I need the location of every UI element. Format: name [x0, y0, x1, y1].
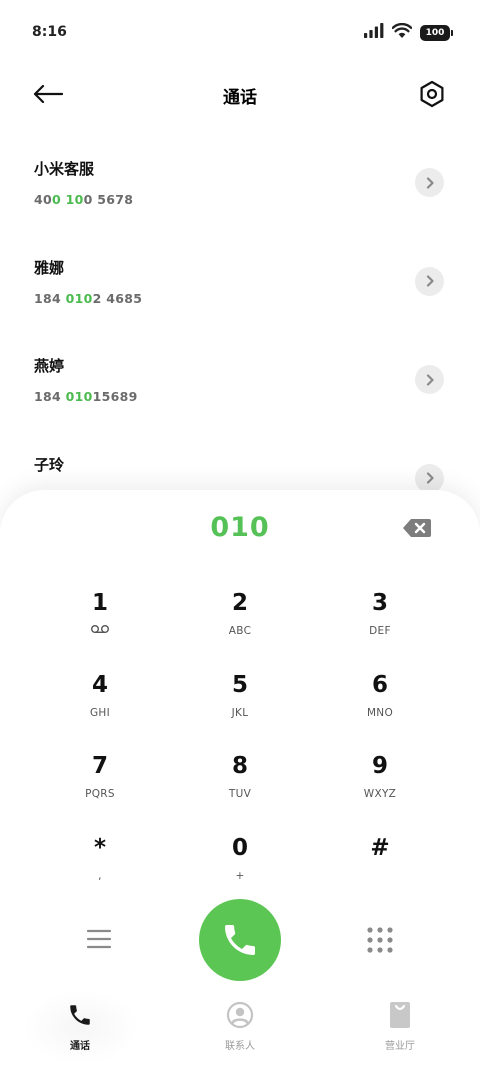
key-8[interactable]: 8 TUV: [190, 751, 290, 821]
key-digit: *: [93, 835, 107, 861]
chevron-right-icon: [426, 275, 434, 287]
keypad-toggle-button[interactable]: [366, 926, 394, 954]
chevron-right-icon: [426, 176, 434, 189]
phone-handset-icon: [225, 925, 255, 955]
chevron-right-icon: [426, 472, 434, 484]
key-letters: GHI: [89, 707, 111, 719]
number-segment: 184: [34, 290, 66, 306]
key-digit: 3: [371, 590, 388, 616]
key-digit: 8: [231, 753, 248, 779]
key-9[interactable]: 9 WXYZ: [330, 751, 430, 821]
backspace-button[interactable]: [402, 518, 432, 538]
contact-detail-button[interactable]: [415, 463, 444, 493]
key-letters: TUV: [228, 788, 252, 800]
key-0[interactable]: 0 +: [190, 833, 290, 903]
key-letters: MNO: [366, 707, 394, 719]
key-letters: JKL: [231, 707, 249, 719]
contact-detail-button[interactable]: [415, 365, 444, 394]
key-7[interactable]: 7 PQRS: [50, 751, 150, 821]
tab-contacts[interactable]: 联系人: [160, 987, 320, 1067]
contact-row[interactable]: 小米客服 400 100 5678: [0, 140, 480, 239]
contact-list: 小米客服 400 100 5678 雅娜 184 0102 4685 燕婷 18…: [0, 140, 480, 534]
contact-name: 燕婷: [34, 357, 65, 375]
number-match-segment: 0: [52, 192, 61, 207]
backspace-icon: [403, 519, 431, 537]
number-match-segment: 010: [65, 290, 93, 306]
key-4[interactable]: 4 GHI: [50, 670, 150, 740]
key-digit: 9: [371, 753, 388, 779]
tab-calls[interactable]: 通话: [0, 987, 160, 1067]
key-1[interactable]: 1: [50, 588, 150, 658]
store-bag-icon: [386, 1001, 414, 1029]
hamburger-menu-icon: [86, 929, 112, 949]
dialpad-grid-icon: [367, 927, 393, 953]
key-digit: 5: [231, 672, 248, 698]
key-letters: PQRS: [85, 788, 115, 800]
key-digit: 4: [91, 672, 108, 698]
settings-button[interactable]: [416, 78, 448, 110]
menu-button[interactable]: [86, 928, 112, 950]
contact-name: 雅娜: [34, 258, 65, 277]
key-digit: 7: [91, 753, 108, 779]
key-letters: WXYZ: [363, 788, 397, 800]
contact-number: 184 01015689: [34, 389, 138, 404]
key-digit: 0: [231, 835, 248, 861]
key-5[interactable]: 5 JKL: [190, 670, 290, 740]
tab-store[interactable]: 营业厅: [320, 987, 480, 1067]
key-digit: 2: [231, 590, 248, 616]
page-title: 通话: [223, 88, 257, 108]
key-digit: #: [370, 835, 390, 861]
status-time: 8:16: [32, 24, 67, 40]
battery-icon: 100: [420, 24, 453, 41]
key-6[interactable]: 6 MNO: [330, 670, 430, 740]
number-segment: 15689: [92, 389, 138, 404]
number-segment: 40: [34, 192, 52, 207]
chevron-right-icon: [426, 373, 434, 386]
contact-number: 184 0102 4685: [34, 291, 142, 306]
bottom-tab-bar: 通话 联系人 营业厅: [0, 987, 480, 1067]
dialer-panel: 010 1 2 ABC 3 DEF 4 GHI 5 JKL 6 MNO 7 PQ…: [0, 490, 480, 1067]
key-3[interactable]: 3 DEF: [330, 588, 430, 658]
key-letters: ,: [98, 870, 102, 882]
settings-hexagon-icon: [420, 80, 444, 108]
status-bar: 8:16 100: [0, 0, 480, 64]
header: 通话: [0, 64, 480, 124]
tab-label: 营业厅: [385, 1041, 415, 1052]
contact-name: 小米客服: [34, 160, 95, 178]
key-digit: 1: [91, 590, 108, 616]
key-letters: +: [235, 870, 245, 882]
key-hash[interactable]: #: [330, 833, 430, 903]
key-2[interactable]: 2 ABC: [190, 588, 290, 658]
number-match-segment: 10: [65, 192, 84, 207]
contact-detail-button[interactable]: [415, 168, 444, 197]
call-button[interactable]: [199, 899, 281, 981]
number-segment: 184: [34, 389, 66, 404]
key-digit: 6: [371, 672, 388, 698]
number-segment: 2 4685: [92, 290, 143, 306]
key-star[interactable]: * ,: [50, 833, 150, 903]
contacts-icon: [226, 1001, 254, 1029]
tab-label: 联系人: [225, 1041, 255, 1052]
number-segment: 0 5678: [83, 192, 134, 207]
contact-name: 子玲: [34, 455, 65, 474]
wifi-icon: [391, 22, 413, 42]
signal-icon: [364, 23, 384, 42]
phone-icon: [66, 1001, 94, 1029]
key-letters: DEF: [369, 625, 391, 637]
voicemail-icon: [90, 624, 110, 638]
tab-label: 通话: [70, 1041, 90, 1052]
contact-row[interactable]: 燕婷 184 01015689: [0, 337, 480, 436]
number-match-segment: 010: [65, 389, 93, 404]
contact-row[interactable]: 雅娜 184 0102 4685: [0, 239, 480, 338]
key-letters: ABC: [228, 625, 252, 637]
dialer-actions: [0, 899, 480, 981]
status-icons: 100: [364, 22, 453, 42]
contact-number: 400 100 5678: [34, 192, 133, 207]
contact-detail-button[interactable]: [415, 266, 444, 296]
